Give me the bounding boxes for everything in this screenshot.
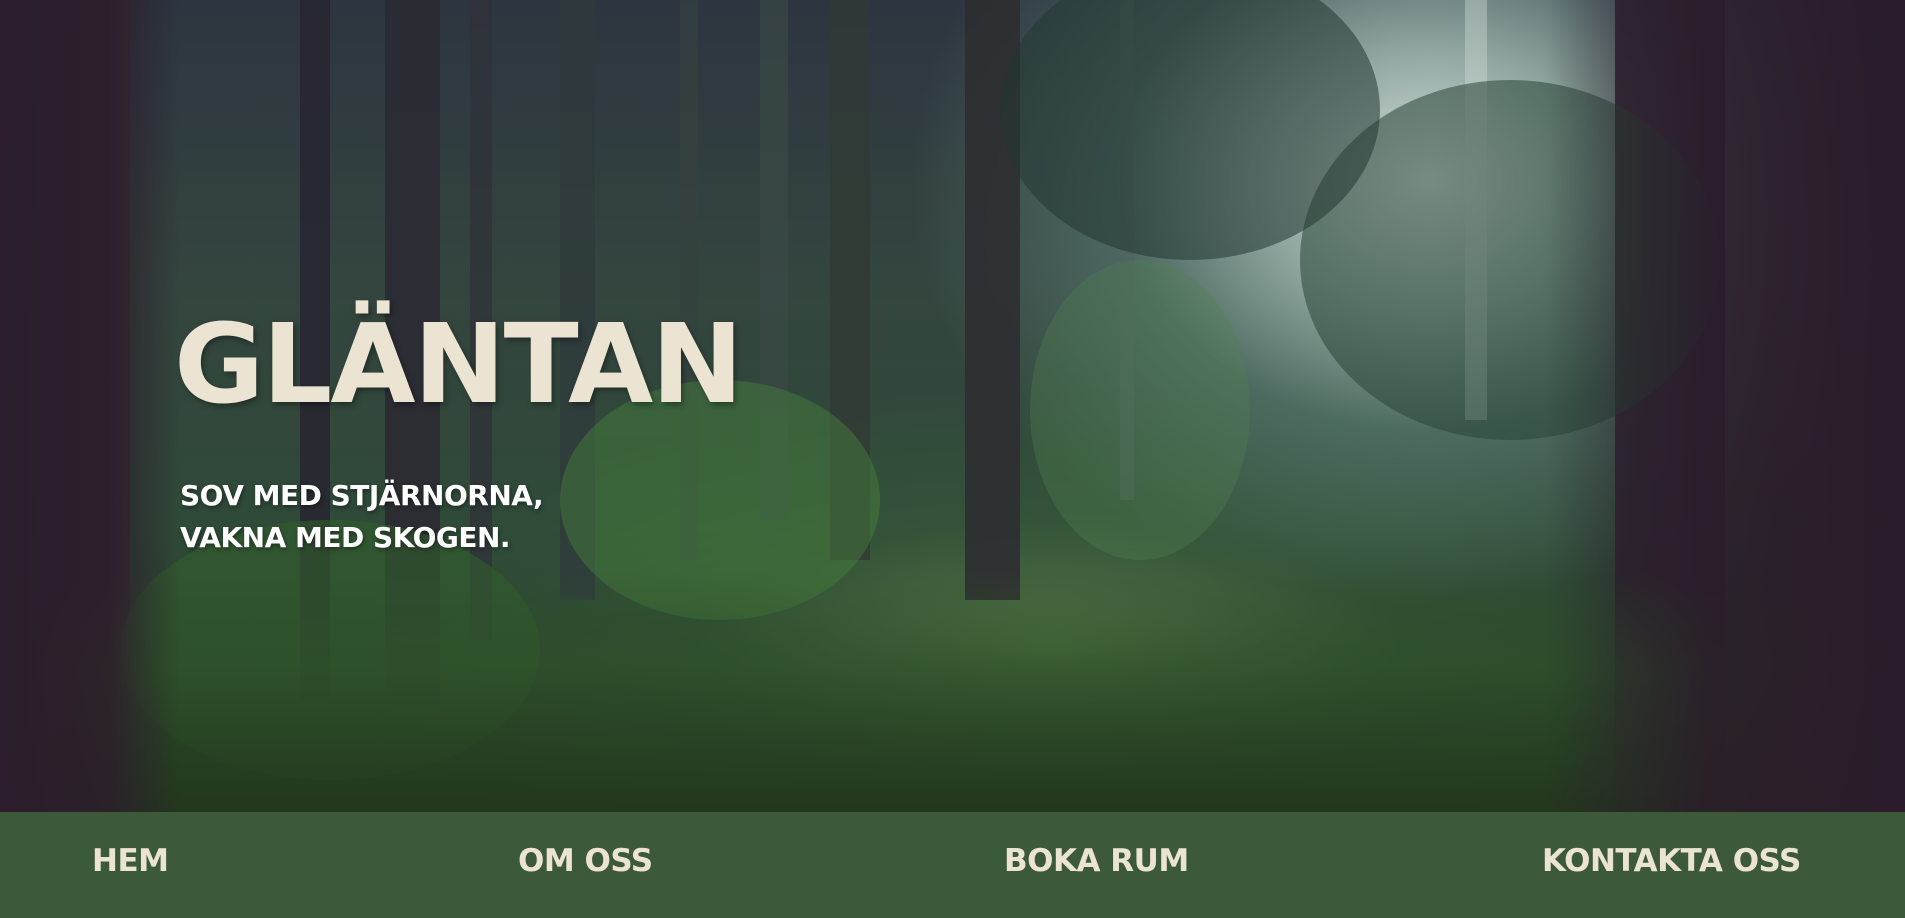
main-navigation: HEM OM OSS BOKA RUM KONTAKTA OSS: [0, 812, 1905, 918]
nav-link-kontakta-oss[interactable]: KONTAKTA OSS: [1542, 834, 1801, 888]
tagline-line-1: SOV MED STJÄRNORNA,: [180, 479, 544, 512]
tagline-line-2: VAKNA MED SKOGEN.: [180, 521, 511, 554]
tagline: SOV MED STJÄRNORNA, VAKNA MED SKOGEN.: [180, 475, 544, 559]
shadow-left: [0, 0, 180, 812]
page: GLÄNTAN SOV MED STJÄRNORNA, VAKNA MED SK…: [0, 0, 1905, 918]
nav-link-boka-rum[interactable]: BOKA RUM: [1004, 834, 1189, 888]
shadow-right: [1545, 0, 1905, 812]
hero-forest-image: GLÄNTAN SOV MED STJÄRNORNA, VAKNA MED SK…: [0, 0, 1905, 812]
nav-link-om-oss[interactable]: OM OSS: [518, 834, 653, 888]
site-title: GLÄNTAN: [174, 300, 743, 428]
foliage: [1030, 260, 1250, 560]
nav-link-hem[interactable]: HEM: [92, 834, 169, 888]
